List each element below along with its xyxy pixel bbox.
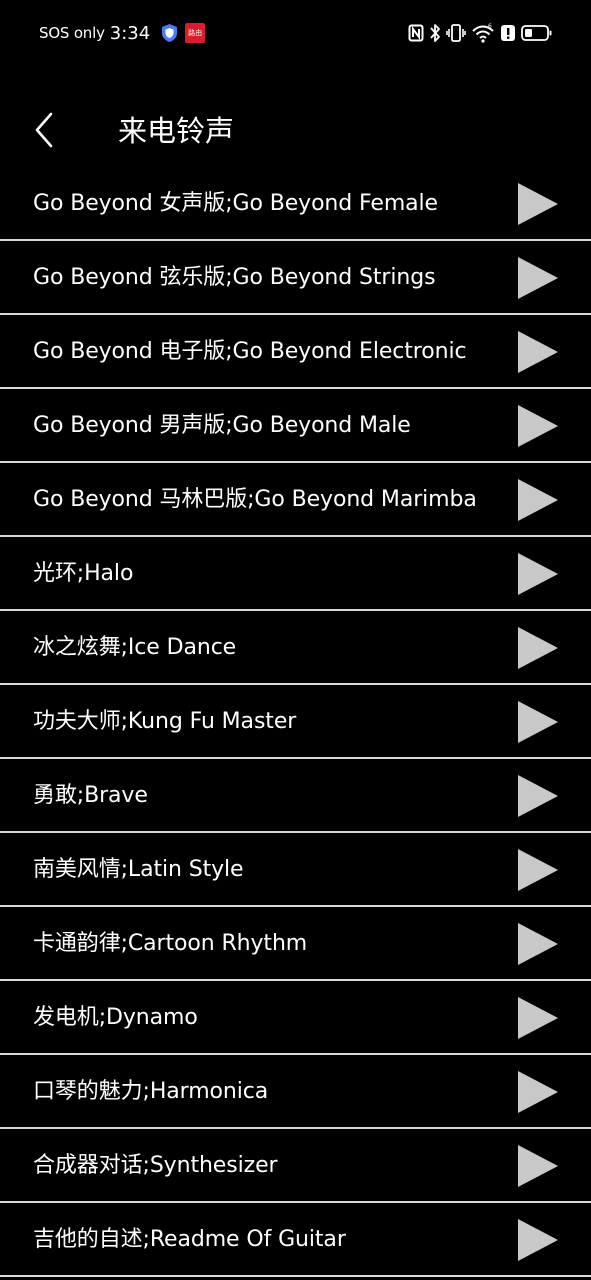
nfc-icon [408, 24, 424, 42]
back-button[interactable] [26, 110, 62, 154]
play-icon [518, 479, 558, 521]
page-title: 来电铃声 [118, 114, 235, 148]
play-icon [518, 1219, 558, 1261]
ringtone-label: 发电机;Dynamo [33, 1005, 198, 1030]
ringtone-row[interactable]: 冰之炫舞;Ice Dance [0, 611, 591, 685]
battery-icon [521, 24, 553, 42]
status-bar: SOS only 3:34 路由 6 [0, 0, 591, 66]
ringtone-label: 勇敢;Brave [33, 783, 148, 808]
play-icon [518, 701, 558, 743]
ringtone-label: Go Beyond 电子版;Go Beyond Electronic [33, 339, 467, 364]
play-icon [518, 997, 558, 1039]
status-bar-left: SOS only 3:34 路由 [39, 20, 206, 46]
ringtone-row[interactable]: 吉他的自述;Readme Of Guitar [0, 1203, 591, 1277]
play-button[interactable] [516, 256, 560, 300]
play-icon [518, 775, 558, 817]
play-button[interactable] [516, 848, 560, 892]
play-icon [518, 405, 558, 447]
ringtone-label: 吉他的自述;Readme Of Guitar [33, 1227, 346, 1252]
play-button[interactable] [516, 996, 560, 1040]
clock: 3:34 [109, 22, 151, 44]
ringtone-row[interactable]: 发电机;Dynamo [0, 981, 591, 1055]
ringtone-label: 冰之炫舞;Ice Dance [33, 635, 237, 660]
ringtone-row[interactable]: 勇敢;Brave [0, 759, 591, 833]
app-notification-icon: 路由 [185, 23, 206, 43]
ringtone-row[interactable]: Go Beyond 女声版;Go Beyond Female [0, 167, 591, 241]
play-button[interactable] [516, 1218, 560, 1262]
ringtone-row[interactable]: 南美风情;Latin Style [0, 833, 591, 907]
status-bar-right: 6 [408, 22, 553, 44]
play-icon [518, 183, 558, 225]
app-badge-text: 路由 [188, 29, 203, 37]
ringtone-label: 功夫大师;Kung Fu Master [33, 709, 297, 734]
play-icon [518, 331, 558, 373]
ringtone-row[interactable]: Go Beyond 弦乐版;Go Beyond Strings [0, 241, 591, 315]
bluetooth-icon [429, 23, 441, 43]
carrier-status: SOS only [39, 24, 105, 42]
play-button[interactable] [516, 700, 560, 744]
alert-icon [500, 24, 516, 42]
ringtone-label: 卡通韵律;Cartoon Rhythm [33, 931, 308, 956]
ringtone-label: Go Beyond 弦乐版;Go Beyond Strings [33, 265, 436, 290]
play-button[interactable] [516, 774, 560, 818]
play-icon [518, 1071, 558, 1113]
ringtone-row[interactable]: 合成器对话;Synthesizer [0, 1129, 591, 1203]
play-button[interactable] [516, 1070, 560, 1114]
ringtone-row[interactable]: Go Beyond 马林巴版;Go Beyond Marimba [0, 463, 591, 537]
ringtone-row[interactable]: Go Beyond 电子版;Go Beyond Electronic [0, 315, 591, 389]
ringtone-row[interactable]: 卡通韵律;Cartoon Rhythm [0, 907, 591, 981]
play-icon [518, 1145, 558, 1187]
play-button[interactable] [516, 478, 560, 522]
play-icon [518, 553, 558, 595]
play-button[interactable] [516, 330, 560, 374]
app-header: 来电铃声 [0, 98, 591, 166]
play-icon [518, 627, 558, 669]
play-button[interactable] [516, 1144, 560, 1188]
ringtone-label: 南美风情;Latin Style [33, 857, 244, 882]
play-icon [518, 923, 558, 965]
ringtone-label: 合成器对话;Synthesizer [33, 1153, 278, 1178]
play-button[interactable] [516, 626, 560, 670]
play-button[interactable] [516, 404, 560, 448]
play-icon [518, 849, 558, 891]
svg-text:6: 6 [488, 23, 492, 30]
ringtone-label: Go Beyond 男声版;Go Beyond Male [33, 413, 411, 438]
play-button[interactable] [516, 552, 560, 596]
ringtone-label: Go Beyond 女声版;Go Beyond Female [33, 191, 438, 216]
ringtone-row[interactable]: Go Beyond 男声版;Go Beyond Male [0, 389, 591, 463]
play-button[interactable] [516, 182, 560, 226]
ringtone-row[interactable]: 功夫大师;Kung Fu Master [0, 685, 591, 759]
ringtone-label: 口琴的魅力;Harmonica [33, 1079, 269, 1104]
shield-icon [160, 23, 179, 43]
vibrate-icon [446, 23, 466, 43]
play-icon [518, 257, 558, 299]
wifi-icon: 6 [471, 23, 495, 43]
ringtone-row[interactable]: 光环;Halo [0, 537, 591, 611]
ringtone-label: 光环;Halo [33, 561, 134, 586]
play-button[interactable] [516, 922, 560, 966]
ringtone-label: Go Beyond 马林巴版;Go Beyond Marimba [33, 487, 477, 512]
ringtone-row[interactable]: 口琴的魅力;Harmonica [0, 1055, 591, 1129]
chevron-left-icon [33, 112, 55, 152]
ringtone-list: Go Beyond 女声版;Go Beyond Female Go Beyond … [0, 167, 591, 1277]
